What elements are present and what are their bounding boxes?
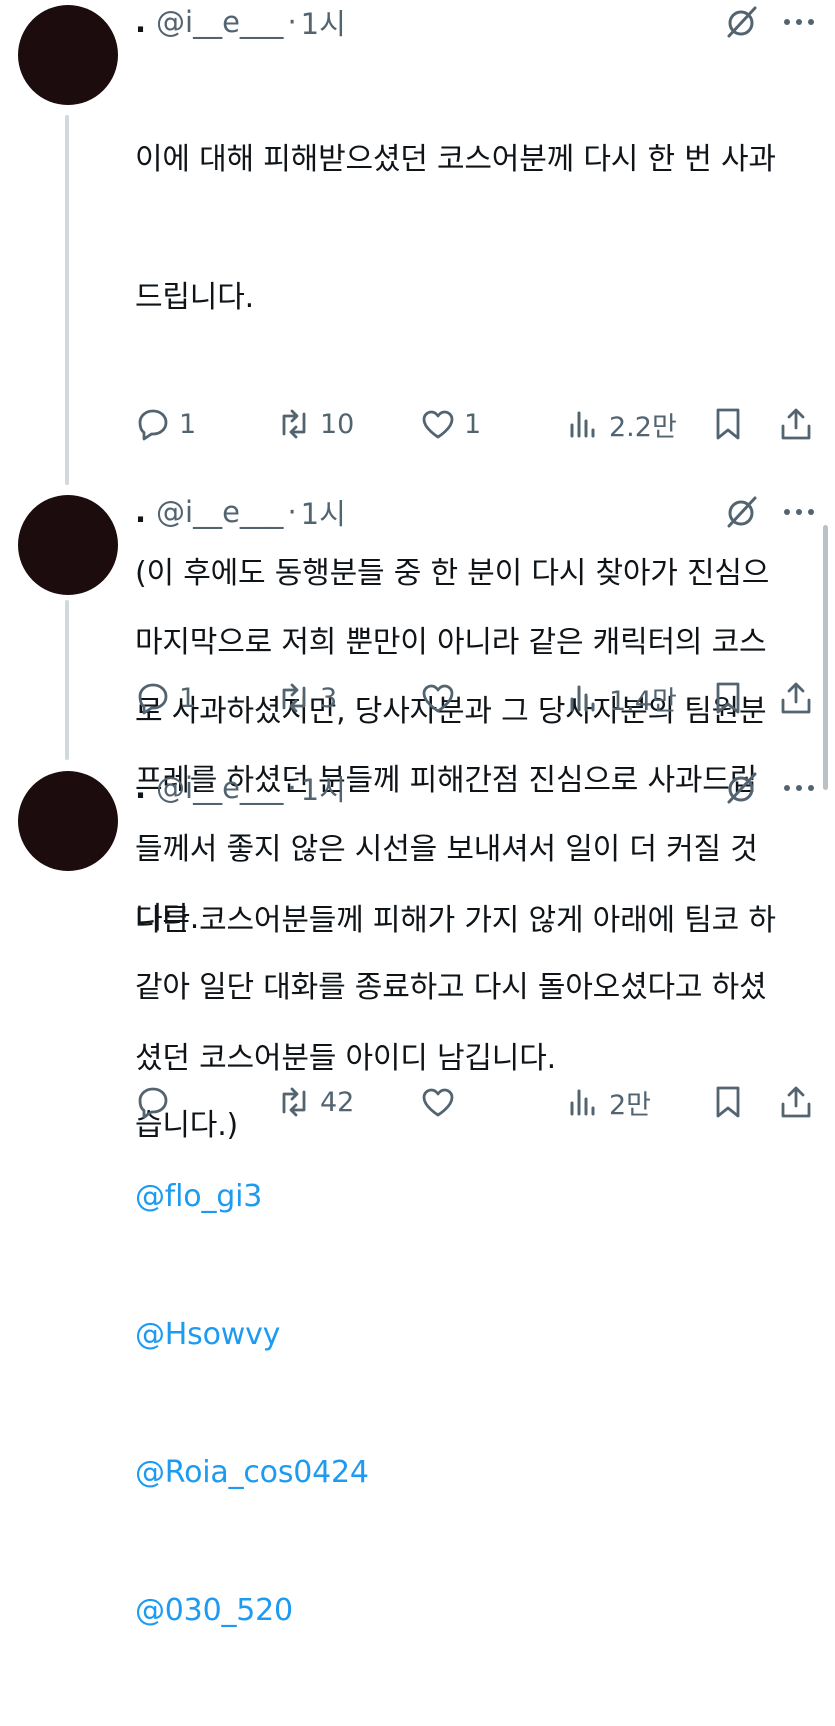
reply-count: 1 (179, 682, 197, 714)
action-bar: 1 3 1.4만 (0, 676, 835, 720)
bookmark-icon (716, 1086, 740, 1118)
action-bar: 42 2만 (0, 1080, 835, 1124)
tweet-header: . @i__e___ · 1시 (135, 2, 346, 42)
share-button[interactable] (778, 402, 814, 446)
share-button[interactable] (778, 1080, 814, 1124)
retweet-count: 42 (320, 1086, 355, 1118)
header-prefix: . (135, 5, 147, 39)
avatar[interactable] (18, 495, 118, 595)
tweet[interactable]: . @i__e___ · 1시 다른 코스어분들께 피해가 가지 않게 아래에 … (0, 766, 835, 1628)
more-icon[interactable] (783, 783, 815, 793)
mention-link[interactable]: @030_520 (135, 1588, 815, 1634)
like-icon (422, 1088, 454, 1117)
more-icon[interactable] (783, 17, 815, 27)
retweet-button[interactable]: 3 (276, 676, 337, 720)
view-count: 2만 (609, 1089, 652, 1121)
avatar[interactable] (18, 5, 118, 105)
bookmark-icon (716, 408, 740, 440)
tweet-time[interactable]: 1시 (301, 1, 346, 43)
header-prefix: . (135, 771, 147, 805)
reply-button[interactable] (135, 1080, 179, 1124)
retweet-icon (282, 409, 306, 439)
grok-icon[interactable] (725, 5, 759, 39)
like-button[interactable]: 1 (420, 402, 481, 446)
reply-button[interactable]: 1 (135, 402, 196, 446)
views-icon (570, 411, 595, 438)
time-separator: · (287, 5, 297, 39)
tweet-header: . @i__e___ · 1시 (135, 768, 346, 808)
action-bar: 1 10 1 2.2만 (0, 402, 835, 446)
reply-icon (138, 683, 168, 715)
views-button[interactable]: 2만 (565, 1080, 651, 1124)
mention-link[interactable]: @Roia_cos0424 (135, 1450, 815, 1496)
grok-icon[interactable] (725, 495, 759, 529)
bookmark-button[interactable] (710, 1080, 746, 1124)
reply-count: 1 (179, 408, 197, 440)
retweet-icon (282, 1087, 306, 1117)
like-icon (422, 410, 454, 439)
tweet-header: . @i__e___ · 1시 (135, 492, 346, 532)
header-prefix: . (135, 495, 147, 529)
views-icon (570, 1089, 595, 1116)
bookmark-button[interactable] (710, 676, 746, 720)
share-button[interactable] (778, 676, 814, 720)
retweet-count: 3 (320, 682, 338, 714)
retweet-count: 10 (320, 408, 355, 440)
like-icon (422, 684, 454, 713)
view-count: 1.4만 (609, 685, 677, 717)
mention-link[interactable]: @Hsowvy (135, 1312, 815, 1358)
mention-link[interactable]: @flo_gi3 (135, 1174, 815, 1220)
view-count: 2.2만 (609, 411, 677, 443)
views-button[interactable]: 2.2만 (565, 402, 677, 446)
tweet-time[interactable]: 1시 (301, 491, 346, 533)
like-count: 1 (464, 408, 482, 440)
like-button[interactable] (420, 676, 464, 720)
tweet[interactable]: . @i__e___ · 1시 마지막으로 저희 뿐만이 아니라 같은 캐릭터의… (0, 490, 835, 936)
tweet-text-line: 마지막으로 저희 뿐만이 아니라 같은 캐릭터의 코스 (135, 625, 767, 660)
user-handle[interactable]: @i__e___ (156, 495, 283, 529)
bookmark-icon (716, 682, 740, 714)
tweet-text-line: 이에 대해 피해받으셨던 코스어분께 다시 한 번 사과 (135, 142, 776, 177)
views-icon (570, 685, 595, 712)
views-button[interactable]: 1.4만 (565, 676, 677, 720)
share-icon (781, 682, 811, 714)
tweet[interactable]: . @i__e___ · 1시 이에 대해 피해받으셨던 코스어분께 다시 한 … (0, 0, 835, 1143)
reply-button[interactable]: 1 (135, 676, 196, 720)
more-icon[interactable] (783, 507, 815, 517)
avatar[interactable] (18, 771, 118, 871)
tweet-text-line: 다른 코스어분들께 피해가 가지 않게 아래에 팀코 하 (135, 903, 776, 938)
tweet-text-line: 셨던 코스어분들 아이디 남깁니다. (135, 1041, 556, 1076)
tweet-body: 다른 코스어분들께 피해가 가지 않게 아래에 팀코 하 셨던 코스어분들 아이… (135, 806, 815, 1726)
user-handle[interactable]: @i__e___ (156, 771, 283, 805)
bookmark-button[interactable] (710, 402, 746, 446)
user-handle[interactable]: @i__e___ (156, 5, 283, 39)
like-button[interactable] (420, 1080, 464, 1124)
retweet-button[interactable]: 10 (276, 402, 354, 446)
share-icon (781, 1086, 811, 1118)
retweet-button[interactable]: 42 (276, 1080, 354, 1124)
time-separator: · (287, 495, 297, 529)
retweet-icon (282, 683, 306, 713)
share-icon (781, 408, 811, 440)
reply-icon (138, 1087, 168, 1119)
reply-icon (138, 409, 168, 441)
tweet-text-line: 드립니다. (135, 280, 254, 315)
tweet-time[interactable]: 1시 (301, 767, 346, 809)
grok-icon[interactable] (725, 771, 759, 805)
time-separator: · (287, 771, 297, 805)
